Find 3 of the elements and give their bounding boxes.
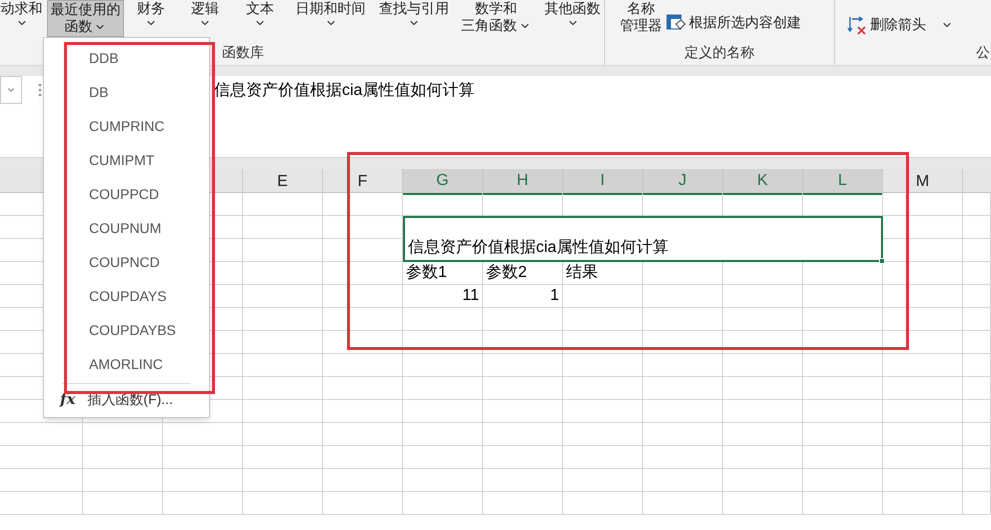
group-label: 定义的名称 (684, 43, 754, 62)
group-label: 公 (976, 43, 990, 62)
group-label: 函数库 (222, 43, 264, 62)
